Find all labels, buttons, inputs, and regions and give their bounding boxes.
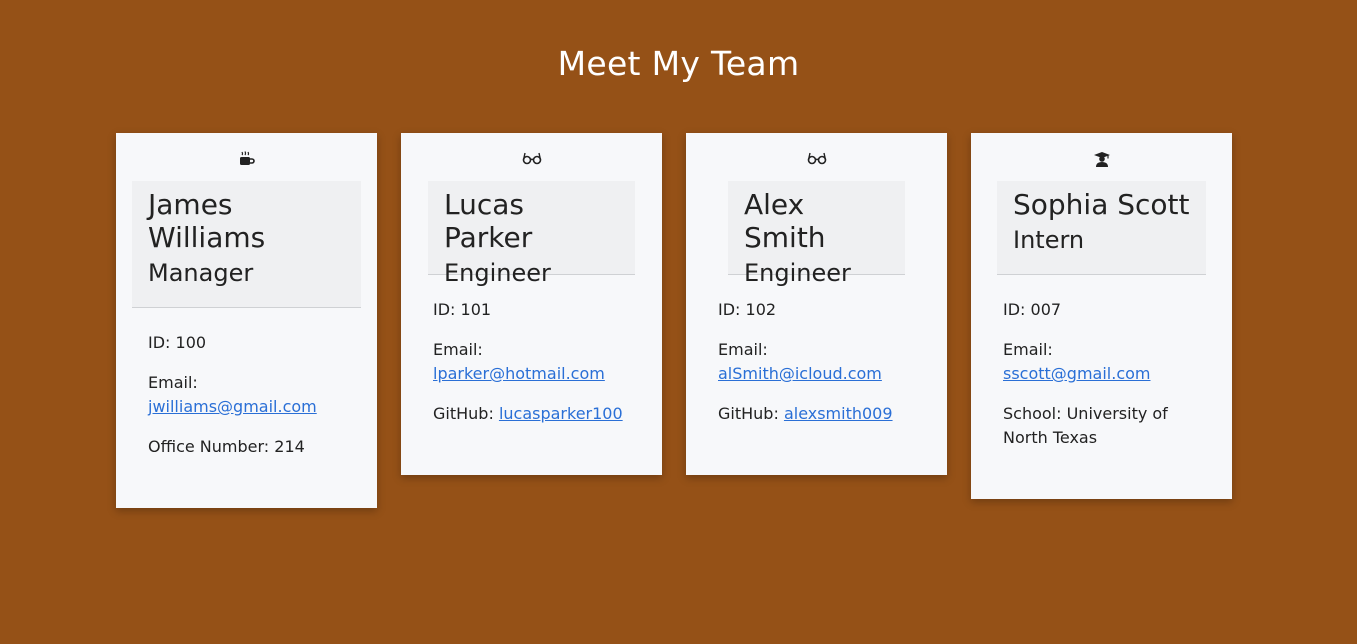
coffee-mug-icon <box>116 151 377 167</box>
github-link[interactable]: alexsmith009 <box>784 404 893 423</box>
card-header: Sophia Scott Intern <box>997 181 1206 275</box>
card-body: ID: 007 Email: sscott@gmail.com School: … <box>1003 298 1216 466</box>
employee-name: Lucas Parker <box>444 188 533 254</box>
email-link[interactable]: lparker@hotmail.com <box>433 364 605 383</box>
employee-card-intern: Sophia Scott Intern ID: 007 Email: sscot… <box>971 133 1232 499</box>
employee-role: Engineer <box>444 259 551 287</box>
email-label: Email: <box>718 340 768 359</box>
office-number: Office Number: 214 <box>148 437 305 456</box>
glasses-icon <box>401 151 662 165</box>
email-label: Email: <box>148 373 198 392</box>
email-link[interactable]: jwilliams@gmail.com <box>148 397 317 416</box>
card-header: Lucas Parker Engineer <box>428 181 635 287</box>
employee-name: Alex Smith <box>744 188 826 254</box>
employee-card-manager: James Williams Manager ID: 100 Email: jw… <box>116 133 377 508</box>
email-link[interactable]: alSmith@icloud.com <box>718 364 882 383</box>
employee-name: Sophia Scott <box>1013 188 1190 221</box>
github-link[interactable]: lucasparker100 <box>499 404 623 423</box>
school-label: School: University of North Texas <box>1003 404 1168 447</box>
employee-id: ID: 100 <box>148 333 207 352</box>
employee-id: ID: 007 <box>1003 300 1062 319</box>
card-header: James Williams Manager <box>132 181 361 308</box>
page-title: Meet My Team <box>557 44 800 83</box>
employee-role: Engineer <box>744 259 851 287</box>
employee-card-engineer: Alex Smith Engineer ID: 102 Email: alSmi… <box>686 133 947 475</box>
email-link[interactable]: sscott@gmail.com <box>1003 364 1151 383</box>
github-label: GitHub: <box>718 404 779 423</box>
employee-role: Intern <box>1013 226 1085 254</box>
card-header: Alex Smith Engineer <box>728 181 905 287</box>
email-label: Email: <box>1003 340 1053 359</box>
graduate-icon <box>971 151 1232 167</box>
employee-card-engineer: Lucas Parker Engineer ID: 101 Email: lpa… <box>401 133 662 475</box>
employee-id: ID: 102 <box>718 300 777 319</box>
employee-id: ID: 101 <box>433 300 492 319</box>
card-body: ID: 102 Email: alSmith@icloud.com GitHub… <box>718 298 931 442</box>
card-body: ID: 101 Email: lparker@hotmail.com GitHu… <box>433 298 646 442</box>
employee-role: Manager <box>148 259 254 287</box>
github-label: GitHub: <box>433 404 494 423</box>
card-body: ID: 100 Email: jwilliams@gmail.com Offic… <box>148 331 361 475</box>
employee-name: James Williams <box>148 188 266 254</box>
email-label: Email: <box>433 340 483 359</box>
glasses-icon <box>686 151 947 165</box>
